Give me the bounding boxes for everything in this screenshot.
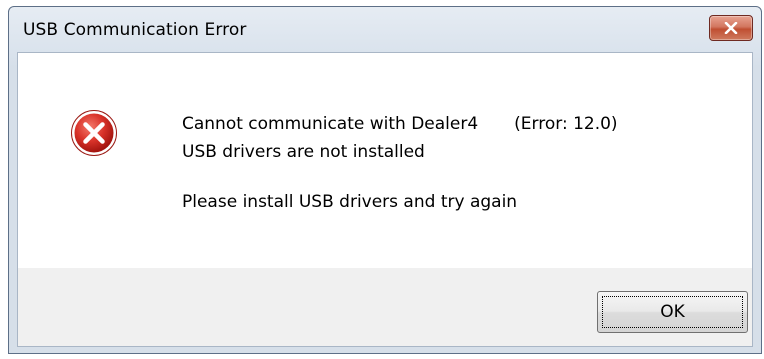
error-message: Cannot communicate with Dealer4 (Error: 1… (182, 110, 618, 216)
message-line-3: Please install USB drivers and try again (182, 192, 518, 212)
message-line-2: USB drivers are not installed (182, 142, 425, 162)
window-title: USB Communication Error (23, 20, 247, 40)
error-icon (71, 110, 117, 156)
dialog-body: Cannot communicate with Dealer4 (Error: 1… (17, 52, 753, 347)
title-bar[interactable]: USB Communication Error (9, 7, 761, 53)
close-x-icon (724, 22, 738, 34)
ok-button[interactable]: OK (597, 291, 748, 333)
message-line-1: Cannot communicate with Dealer4 (Error: 1… (182, 110, 618, 138)
message-area: Cannot communicate with Dealer4 (Error: 1… (18, 53, 752, 268)
message-text-1: Cannot communicate with Dealer4 (182, 114, 479, 134)
error-code: (Error: 12.0) (514, 114, 618, 134)
dialog-window: USB Communication Error Cannot communica… (8, 6, 762, 354)
close-button[interactable] (709, 15, 753, 41)
ok-button-label: OK (602, 296, 743, 328)
